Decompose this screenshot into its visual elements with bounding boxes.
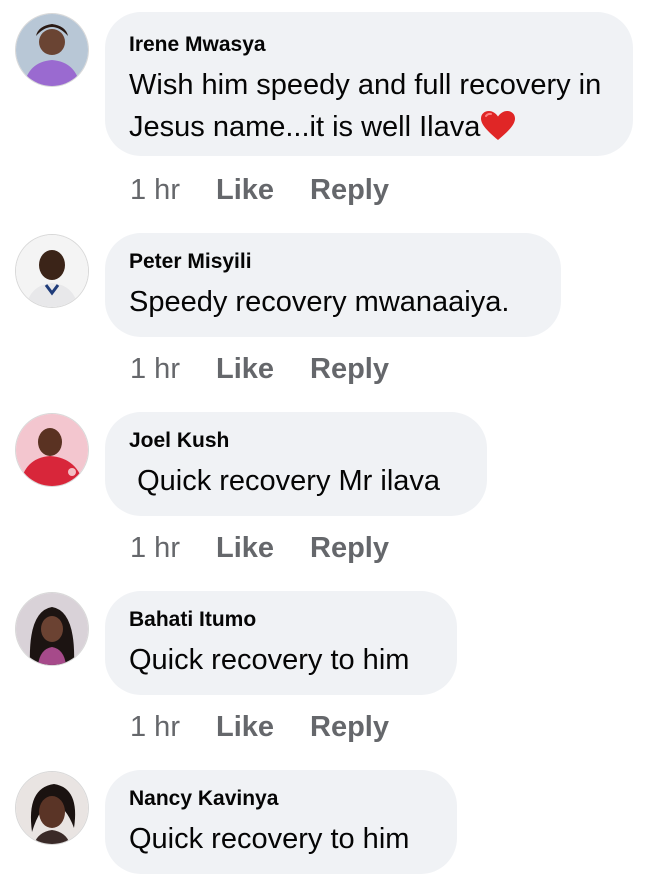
comment-author[interactable]: Peter Misyili xyxy=(129,249,537,275)
comment-actions: 1 hr Like Reply xyxy=(130,709,389,745)
like-button[interactable]: Like xyxy=(216,709,274,745)
avatar[interactable] xyxy=(16,414,88,486)
comment-bubble: Irene Mwasya Wish him speedy and full re… xyxy=(105,12,633,156)
comment-bubble: Nancy Kavinya Quick recovery to him xyxy=(105,770,457,874)
comment-author[interactable]: Irene Mwasya xyxy=(129,32,609,58)
comment-timestamp[interactable]: 1 hr xyxy=(130,709,180,745)
reply-button[interactable]: Reply xyxy=(310,709,389,745)
comment-text: Quick recovery to him xyxy=(129,823,410,855)
red-heart-icon xyxy=(481,111,516,140)
avatar[interactable] xyxy=(16,235,88,307)
like-button[interactable]: Like xyxy=(216,351,274,387)
comment-timestamp[interactable]: 1 hr xyxy=(130,530,180,566)
avatar[interactable] xyxy=(16,772,88,844)
like-button[interactable]: Like xyxy=(216,530,274,566)
comment-actions: 1 hr Like Reply xyxy=(130,530,389,566)
comment-bubble: Peter Misyili Speedy recovery mwanaaiya. xyxy=(105,233,561,337)
comment-timestamp[interactable]: 1 hr xyxy=(130,351,180,387)
avatar[interactable] xyxy=(16,593,88,665)
comment-text-content: Wish him speedy and full recovery in Jes… xyxy=(129,69,610,143)
comment-author[interactable]: Bahati Itumo xyxy=(129,607,433,633)
comment-text: Wish him speedy and full recovery in Jes… xyxy=(129,64,609,148)
comment-bubble: Joel Kush Quick recovery Mr ilava xyxy=(105,412,487,516)
comment-author[interactable]: Nancy Kavinya xyxy=(129,786,433,812)
reply-button[interactable]: Reply xyxy=(310,351,389,387)
comment-text: Quick recovery Mr ilava xyxy=(129,465,441,497)
comment-bubble: Bahati Itumo Quick recovery to him xyxy=(105,591,457,695)
like-button[interactable]: Like xyxy=(216,172,274,208)
comment-timestamp[interactable]: 1 hr xyxy=(130,172,180,208)
reply-button[interactable]: Reply xyxy=(310,530,389,566)
comment-actions: 1 hr Like Reply xyxy=(130,172,389,208)
comment-author[interactable]: Joel Kush xyxy=(129,428,463,454)
comment-actions: 1 hr Like Reply xyxy=(130,351,389,387)
avatar[interactable] xyxy=(16,14,88,86)
comment-text: Speedy recovery mwanaaiya. xyxy=(129,286,510,318)
comment-text: Quick recovery to him xyxy=(129,644,410,676)
reply-button[interactable]: Reply xyxy=(310,172,389,208)
